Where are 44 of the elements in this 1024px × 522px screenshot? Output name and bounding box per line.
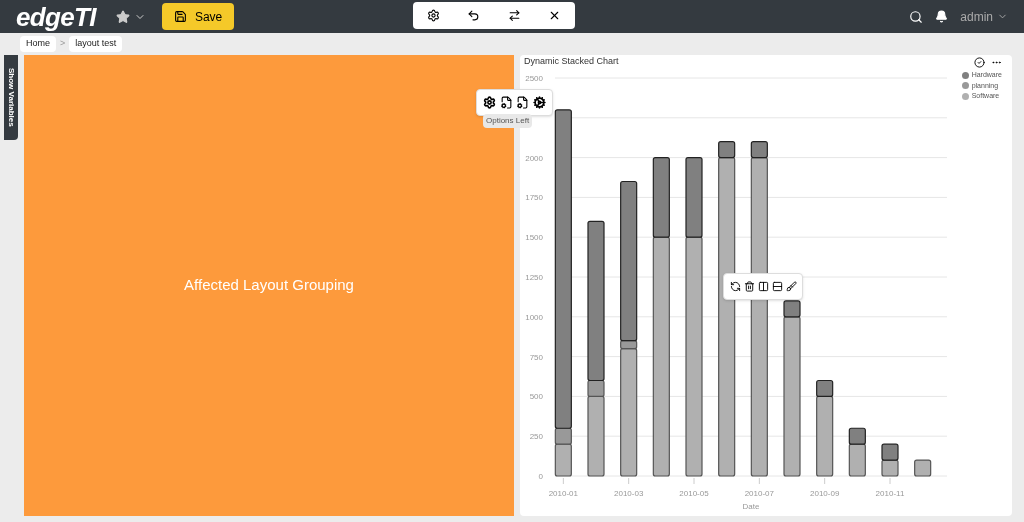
bar-segment (881, 443, 899, 461)
x-tick-label: 2010-05 (679, 489, 709, 498)
x-tick-label: 2010-09 (810, 489, 840, 498)
x-axis-title: Date (742, 502, 760, 511)
rows-icon[interactable] (771, 281, 783, 292)
save-button[interactable]: Save (161, 3, 235, 30)
undo-icon[interactable] (467, 9, 481, 22)
gear-icon[interactable] (482, 96, 496, 109)
columns-icon[interactable] (757, 281, 769, 292)
y-tick-label: 1500 (525, 233, 543, 243)
settings-icon[interactable] (426, 9, 440, 22)
x-tick-label: 2010-07 (744, 489, 774, 498)
gear-icon[interactable] (533, 96, 547, 109)
y-tick-label: 2000 (525, 153, 543, 163)
breadcrumb-item[interactable]: Home (20, 36, 56, 52)
y-tick-label: 1250 (525, 273, 543, 282)
logo: edgeTI (16, 3, 96, 30)
trash-icon[interactable] (743, 281, 755, 292)
breadcrumb-item[interactable]: layout test (69, 36, 123, 52)
y-tick-label: 500 (529, 392, 543, 402)
chart-title: Dynamic Stacked Chart (524, 56, 619, 67)
show-variables-tab[interactable]: Show Variables (4, 55, 18, 140)
tooltip: Options Left (483, 114, 533, 128)
y-tick-label: 750 (529, 352, 543, 362)
y-tick-label: 250 (529, 432, 543, 442)
user-menu[interactable]: admin (960, 7, 1008, 26)
x-tick-label: 2010-01 (548, 489, 578, 498)
y-tick-label: 1000 (525, 312, 543, 322)
bell-icon[interactable] (935, 10, 949, 23)
refresh-icon[interactable] (729, 281, 741, 292)
x-tick-label: 2010-11 (875, 489, 905, 498)
panel-label: Affected Layout Grouping (184, 275, 354, 296)
breadcrumb-separator: > (60, 37, 66, 51)
y-tick-label: 2500 (525, 74, 543, 83)
swap-icon[interactable] (507, 9, 521, 22)
bar-segment (914, 459, 932, 477)
check-icon[interactable] (974, 57, 985, 68)
bar-segment (881, 459, 899, 477)
x-tick-label: 2010-03 (614, 489, 644, 498)
y-tick-label: 0 (538, 472, 543, 481)
y-tick-label: 1750 (525, 193, 543, 203)
star-icon[interactable] (115, 9, 130, 24)
search-icon[interactable] (909, 9, 924, 24)
brush-icon[interactable] (785, 281, 797, 292)
